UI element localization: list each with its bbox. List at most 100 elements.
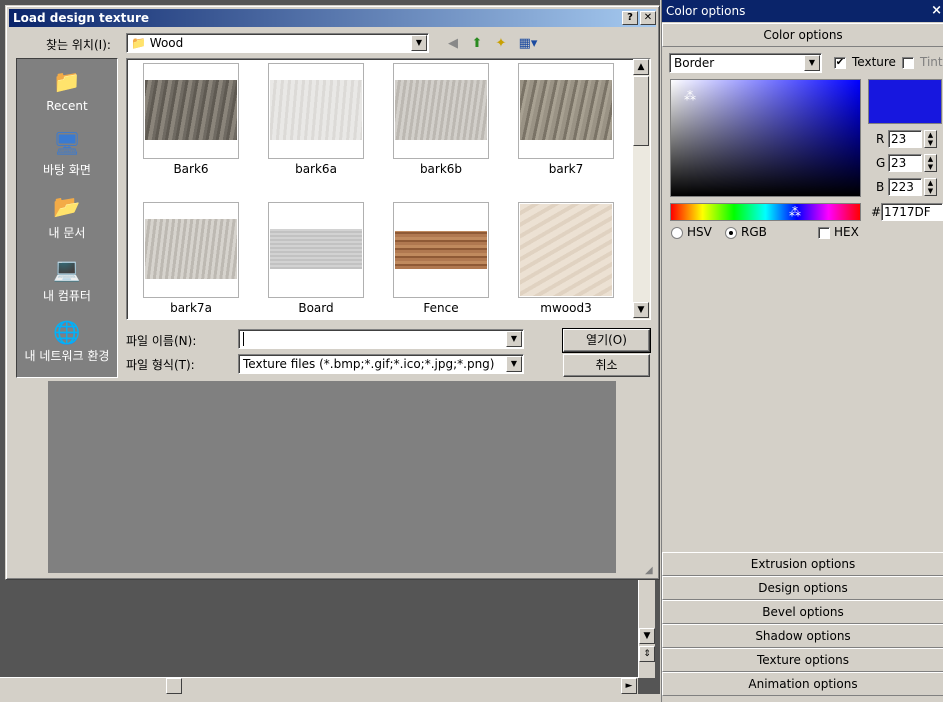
place-computer[interactable]: 💻 내 컴퓨터	[17, 257, 117, 304]
place-network[interactable]: 🌐 내 네트워크 환경	[17, 320, 117, 363]
color-options-panel: Color options × Color options Border ▼ ✔…	[661, 0, 943, 702]
close-icon[interactable]: ×	[931, 0, 942, 22]
rgb-radio[interactable]	[725, 227, 737, 239]
texture-thumbnail	[395, 80, 487, 140]
scroll-up-button[interactable]: ▲	[633, 59, 649, 75]
place-documents[interactable]: 📂 내 문서	[17, 194, 117, 241]
section-texture[interactable]: Texture options	[662, 648, 943, 672]
panel-title: Color options	[666, 4, 746, 18]
back-icon[interactable]: ◀	[443, 35, 463, 53]
computer-icon: 💻	[53, 258, 81, 283]
status-strip	[0, 694, 660, 702]
look-in-label: 찾는 위치(I):	[46, 38, 111, 52]
new-folder-icon[interactable]: ✦	[491, 35, 511, 53]
hex-checkbox[interactable]	[818, 227, 830, 239]
file-item[interactable]: Fence	[393, 202, 489, 315]
hue-slider[interactable]: ⁂	[670, 203, 861, 221]
color-picker-marker-icon[interactable]: ⁂	[683, 89, 697, 103]
file-name: mwood3	[540, 301, 592, 315]
file-item[interactable]: bark6a	[268, 63, 364, 176]
b-spinner[interactable]: ▲ ▼	[924, 178, 937, 196]
file-item[interactable]: bark6b	[393, 63, 489, 176]
texture-thumbnail	[270, 229, 362, 269]
folder-icon: 📁	[131, 36, 146, 50]
target-select[interactable]: Border ▼	[669, 53, 822, 73]
network-icon: 🌐	[53, 321, 81, 346]
file-name: Bark6	[173, 162, 209, 176]
scroll-thumb[interactable]	[166, 678, 182, 694]
file-item[interactable]: mwood3	[518, 202, 614, 315]
dialog-title: Load design texture	[13, 11, 150, 25]
texture-label: Texture	[852, 55, 896, 69]
g-spinner[interactable]: ▲ ▼	[924, 154, 937, 172]
file-list-scrollbar[interactable]: ▲ ▼	[633, 59, 650, 319]
chevron-down-icon[interactable]: ▼	[506, 331, 522, 347]
folder-icon: 📁	[53, 70, 81, 95]
section-extrusion[interactable]: Extrusion options	[662, 552, 943, 576]
chevron-down-icon[interactable]: ▼	[804, 55, 820, 71]
hue-marker-icon[interactable]: ⁂	[788, 205, 802, 219]
hex-label: HEX	[834, 225, 859, 239]
hex-prefix: #	[871, 205, 882, 219]
b-input[interactable]: 223	[888, 178, 922, 196]
file-name: bark7	[548, 162, 584, 176]
file-list[interactable]: Bark6 bark6a bark6b bark7 bark7a Board F…	[126, 58, 651, 320]
scroll-right-button[interactable]: ►	[621, 678, 637, 694]
scroll-page-button[interactable]: ⇕	[639, 646, 655, 662]
texture-thumbnail	[145, 80, 237, 140]
texture-thumbnail	[395, 231, 487, 269]
r-spinner[interactable]: ▲ ▼	[924, 130, 937, 148]
texture-thumbnail	[270, 80, 362, 140]
place-recent[interactable]: 📁 Recent	[17, 69, 117, 113]
file-item[interactable]: Bark6	[143, 63, 239, 176]
chevron-down-icon[interactable]: ▼	[411, 35, 427, 51]
texture-checkbox[interactable]: ✔	[834, 57, 846, 69]
cancel-button[interactable]: 취소	[563, 354, 650, 377]
scroll-down-button[interactable]: ▼	[633, 302, 649, 318]
help-button[interactable]: ?	[622, 11, 638, 25]
chevron-down-icon[interactable]: ▼	[506, 356, 522, 372]
texture-thumbnail	[145, 219, 237, 279]
place-desktop[interactable]: 🖥 바탕 화면	[17, 131, 117, 178]
file-item[interactable]: bark7	[518, 63, 614, 176]
texture-thumbnail	[520, 80, 612, 140]
filename-input[interactable]: ▼	[238, 329, 524, 349]
tint-checkbox[interactable]	[902, 57, 914, 69]
r-input[interactable]: 23	[888, 130, 922, 148]
places-bar: 📁 Recent 🖥 바탕 화면 📂 내 문서 💻 내 컴퓨터 🌐 내 네트워크…	[16, 58, 118, 378]
workspace-vertical-scrollbar[interactable]: ▼ ⇕	[638, 578, 655, 678]
rgb-label: RGB	[741, 225, 767, 239]
place-label: 내 문서	[48, 226, 86, 240]
g-label: G	[876, 156, 886, 170]
file-item[interactable]: Board	[268, 202, 364, 315]
filename-label: 파일 이름(N):	[126, 334, 197, 348]
scroll-down-button[interactable]: ▼	[639, 628, 655, 644]
workspace-horizontal-scrollbar[interactable]: ►	[0, 677, 638, 694]
resize-grip-icon[interactable]: ◢	[645, 565, 657, 577]
place-label: 바탕 화면	[43, 163, 91, 177]
panel-titlebar[interactable]: Color options ×	[662, 0, 943, 22]
file-item[interactable]: bark7a	[143, 202, 239, 315]
up-folder-icon[interactable]: ⬆	[467, 35, 487, 53]
filetype-value: Texture files (*.bmp;*.gif;*.ico;*.jpg;*…	[243, 357, 495, 371]
place-label: 내 컴퓨터	[43, 289, 91, 303]
view-menu-icon[interactable]: ▦▾	[515, 35, 541, 53]
close-button[interactable]: ✕	[640, 11, 656, 25]
scroll-thumb[interactable]	[633, 76, 649, 146]
section-animation[interactable]: Animation options	[662, 672, 943, 696]
hex-input[interactable]: 1717DF	[881, 203, 943, 221]
color-field[interactable]: ⁂	[670, 79, 861, 197]
look-in-select[interactable]: 📁 Wood ▼	[126, 33, 429, 53]
dialog-titlebar[interactable]: Load design texture ? ✕	[9, 9, 656, 27]
hsv-radio[interactable]	[671, 227, 683, 239]
section-header-color[interactable]: Color options	[662, 23, 943, 47]
section-design[interactable]: Design options	[662, 576, 943, 600]
section-shadow[interactable]: Shadow options	[662, 624, 943, 648]
section-bevel[interactable]: Bevel options	[662, 600, 943, 624]
filetype-select[interactable]: Texture files (*.bmp;*.gif;*.ico;*.jpg;*…	[238, 354, 524, 374]
look-in-value: Wood	[149, 36, 184, 50]
desktop-icon: 🖥	[53, 132, 81, 157]
tint-label: Tint	[920, 55, 943, 69]
g-input[interactable]: 23	[888, 154, 922, 172]
open-button[interactable]: 열기(O)	[562, 328, 651, 353]
